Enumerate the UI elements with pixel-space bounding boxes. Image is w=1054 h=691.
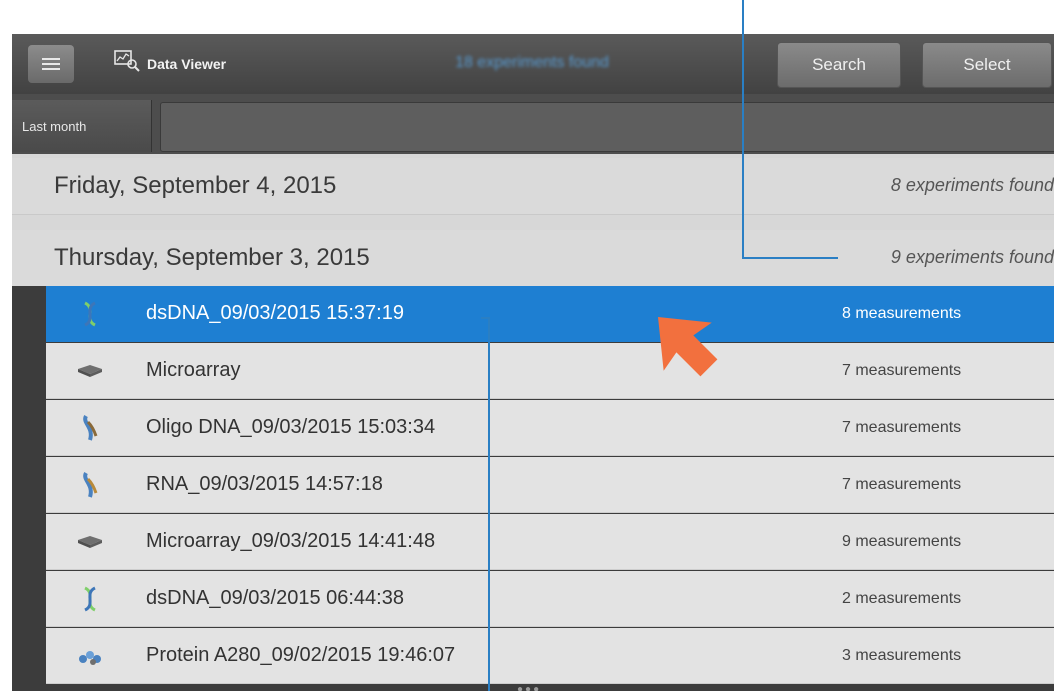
measurement-count: 7 measurements [842, 476, 962, 493]
menu-button[interactable] [28, 45, 74, 83]
experiment-row[interactable]: Protein A280_09/02/2015 19:46:07 3 measu… [46, 628, 1054, 684]
data-viewer-icon [114, 50, 140, 77]
select-button[interactable]: Select [922, 42, 1052, 88]
experiment-name: Microarray [146, 359, 241, 381]
microarray-icon [76, 528, 104, 556]
data-viewer-screen: Data Viewer 18 experiments found Search … [12, 34, 1054, 691]
experiment-name: dsDNA_09/03/2015 15:37:19 [146, 302, 404, 324]
experiment-row[interactable]: Microarray_09/03/2015 14:41:48 9 measure… [46, 514, 1054, 570]
day-label: Thursday, September 3, 2015 [54, 244, 370, 271]
filter-row: Last month [12, 94, 1054, 154]
experiments-found-title: 18 experiments found [455, 54, 609, 71]
scroll-indicator: ●●● [517, 684, 542, 691]
experiment-row[interactable]: Oligo DNA_09/03/2015 15:03:34 7 measurem… [46, 400, 1054, 456]
day-label: Friday, September 4, 2015 [54, 172, 337, 199]
day-header[interactable]: Thursday, September 3, 2015 9 experiment… [12, 230, 1054, 287]
experiment-name: Microarray_09/03/2015 14:41:48 [146, 530, 436, 552]
hamburger-icon [42, 55, 60, 73]
oligo-dna-icon [76, 414, 104, 442]
dsdna-icon [76, 585, 104, 613]
measurement-count: 9 measurements [842, 533, 962, 550]
experiment-count: 9 experiments found [890, 247, 1054, 267]
filter-input[interactable] [160, 102, 1054, 152]
experiment-row[interactable]: Microarray 7 measurements [46, 343, 1054, 399]
measurement-count: 7 measurements [842, 419, 962, 436]
experiment-row[interactable]: dsDNA_09/03/2015 06:44:38 2 measurements [46, 571, 1054, 627]
measurement-count: 2 measurements [842, 590, 962, 607]
experiment-name: Protein A280_09/02/2015 19:46:07 [146, 644, 456, 666]
measurement-count: 3 measurements [842, 647, 962, 664]
experiment-name: dsDNA_09/03/2015 06:44:38 [146, 587, 404, 609]
microarray-icon [76, 357, 104, 385]
experiment-row[interactable]: RNA_09/03/2015 14:57:18 7 measurements [46, 457, 1054, 513]
dsdna-icon [76, 300, 104, 328]
search-button[interactable]: Search [777, 42, 901, 88]
experiment-list: dsDNA_09/03/2015 15:37:19 8 measurements… [12, 286, 1054, 691]
measurement-count: 7 measurements [842, 362, 962, 379]
top-bar: Data Viewer 18 experiments found Search … [12, 34, 1054, 94]
date-filter-button[interactable]: Last month [12, 100, 152, 152]
experiment-name: Oligo DNA_09/03/2015 15:03:34 [146, 416, 436, 438]
protein-icon [76, 642, 104, 670]
experiment-name: RNA_09/03/2015 14:57:18 [146, 473, 383, 495]
measurement-count: 8 measurements [842, 305, 962, 322]
rna-icon [76, 471, 104, 499]
app-title: Data Viewer [147, 56, 227, 72]
experiment-row[interactable]: dsDNA_09/03/2015 15:37:19 8 measurements [46, 286, 1054, 342]
experiment-count: 8 experiments found [890, 175, 1054, 195]
day-header[interactable]: Friday, September 4, 2015 8 experiments … [12, 158, 1054, 215]
